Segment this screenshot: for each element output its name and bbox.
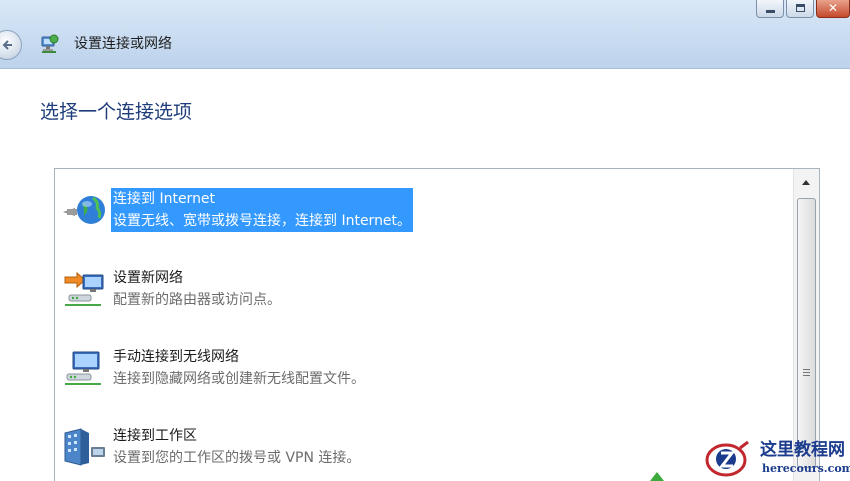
option-connect-internet[interactable]: 连接到 Internet 设置无线、宽带或拨号连接，连接到 Internet。 (59, 186, 789, 236)
close-icon: ✕ (827, 1, 839, 15)
grip-icon (803, 369, 810, 376)
minimize-button[interactable] (756, 0, 784, 18)
watermark: 这里教程网 herecours.com (702, 436, 850, 481)
new-network-icon (64, 271, 104, 306)
option-description: 连接到隐藏网络或创建新无线配置文件。 (113, 371, 365, 387)
option-manual-wireless[interactable]: 手动连接到无线网络 连接到隐藏网络或创建新无线配置文件。 (59, 344, 789, 394)
option-text[interactable]: 手动连接到无线网络 连接到隐藏网络或创建新无线配置文件。 (111, 346, 367, 390)
back-arrow-icon (2, 40, 12, 50)
workplace-icon (64, 428, 105, 466)
maximize-icon (796, 4, 805, 12)
watermark-logo-icon (705, 440, 749, 477)
option-name: 手动连接到无线网络 (113, 349, 239, 365)
vertical-scrollbar[interactable] (793, 169, 819, 481)
option-text[interactable]: 设置新网络 配置新的路由器或访问点。 (111, 267, 283, 311)
option-workplace[interactable]: 连接到工作区 设置到您的工作区的拨号或 VPN 连接。 (59, 423, 789, 473)
maximize-button[interactable] (786, 0, 814, 18)
connection-options-list[interactable]: 连接到 Internet 设置无线、宽带或拨号连接，连接到 Internet。 … (54, 168, 820, 481)
option-text-selected[interactable]: 连接到 Internet 设置无线、宽带或拨号连接，连接到 Internet。 (111, 188, 414, 232)
scroll-thumb[interactable] (797, 198, 816, 468)
watermark-title: 这里教程网 (760, 440, 845, 460)
option-text[interactable]: 连接到工作区 设置到您的工作区的拨号或 VPN 连接。 (111, 425, 362, 469)
network-setup-icon (41, 34, 59, 53)
window-title: 设置连接或网络 (74, 36, 172, 52)
globe-network-icon (63, 196, 105, 224)
close-button[interactable]: ✕ (816, 0, 850, 18)
option-name: 设置新网络 (113, 270, 183, 286)
window-header: ✕ 设置连接或网络 (0, 0, 850, 69)
option-description: 设置无线、宽带或拨号连接，连接到 Internet。 (113, 213, 412, 229)
option-description: 配置新的路由器或访问点。 (113, 292, 281, 308)
option-new-network[interactable]: 设置新网络 配置新的路由器或访问点。 (59, 265, 789, 315)
back-button[interactable] (0, 30, 22, 60)
instruction-heading: 选择一个连接选项 (40, 101, 193, 123)
setup-connection-window: ✕ 设置连接或网络 选择一个连接选项 连接到 Internet 设置无线、宽带或… (0, 0, 850, 481)
window-controls: ✕ (756, 0, 850, 20)
green-arrow-icon (650, 472, 664, 481)
option-name: 连接到工作区 (113, 428, 197, 444)
scroll-up-arrow-icon[interactable] (794, 169, 819, 197)
watermark-url: herecours.com (762, 462, 850, 475)
option-description: 设置到您的工作区的拨号或 VPN 连接。 (113, 450, 361, 466)
minimize-icon (766, 10, 775, 13)
option-name: 连接到 Internet (113, 191, 216, 207)
wireless-network-icon (65, 351, 101, 385)
